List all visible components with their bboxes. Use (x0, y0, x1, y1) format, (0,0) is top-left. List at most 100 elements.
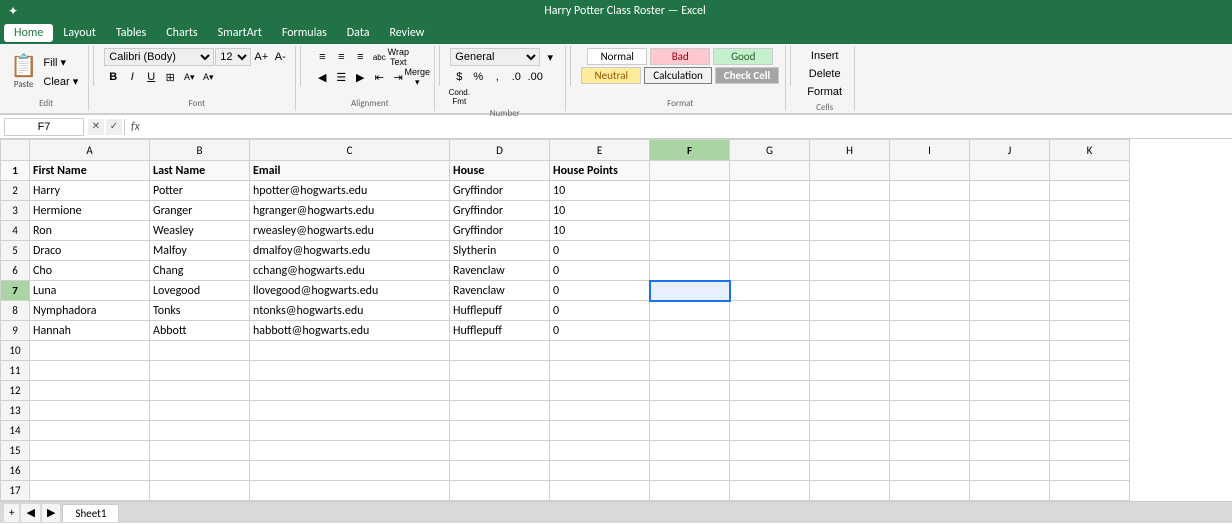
cell-B12[interactable] (150, 381, 250, 401)
cell-H2[interactable] (810, 181, 890, 201)
cell-J2[interactable] (970, 181, 1050, 201)
cell-I12[interactable] (890, 381, 970, 401)
cell-D1[interactable]: House (450, 161, 550, 181)
add-sheet-btn[interactable]: + (4, 504, 19, 522)
cell-A9[interactable]: Hannah (30, 321, 150, 341)
row-header-14[interactable]: 14 (1, 421, 30, 441)
cell-F1[interactable] (650, 161, 730, 181)
comma-btn[interactable]: , (488, 68, 506, 86)
cell-C11[interactable] (250, 361, 450, 381)
cell-H15[interactable] (810, 441, 890, 461)
row-header-5[interactable]: 5 (1, 241, 30, 261)
align-top-left-btn[interactable]: ≡ (313, 48, 331, 66)
row-header-12[interactable]: 12 (1, 381, 30, 401)
cell-D6[interactable]: Ravenclaw (450, 261, 550, 281)
cell-A3[interactable]: Hermione (30, 201, 150, 221)
col-header-b[interactable]: B (150, 140, 250, 161)
cell-I4[interactable] (890, 221, 970, 241)
cell-E15[interactable] (550, 441, 650, 461)
font-size-select[interactable]: 12 (215, 48, 251, 66)
cell-J13[interactable] (970, 401, 1050, 421)
cell-E12[interactable] (550, 381, 650, 401)
cell-F17[interactable] (650, 481, 730, 501)
cell-G8[interactable] (730, 301, 810, 321)
cell-G15[interactable] (730, 441, 810, 461)
sheet-tab-sheet1[interactable]: Sheet1 (62, 504, 119, 522)
cell-B7[interactable]: Lovegood (150, 281, 250, 301)
scroll-left-btn[interactable]: ◀ (21, 504, 39, 522)
cell-F8[interactable] (650, 301, 730, 321)
cell-C6[interactable]: cchang@hogwarts.edu (250, 261, 450, 281)
cell-A16[interactable] (30, 461, 150, 481)
cell-H16[interactable] (810, 461, 890, 481)
cell-I13[interactable] (890, 401, 970, 421)
cell-reference-box[interactable] (4, 118, 84, 136)
cell-I2[interactable] (890, 181, 970, 201)
cell-C15[interactable] (250, 441, 450, 461)
cell-I17[interactable] (890, 481, 970, 501)
cell-E13[interactable] (550, 401, 650, 421)
cell-K8[interactable] (1050, 301, 1130, 321)
cell-K12[interactable] (1050, 381, 1130, 401)
indent-left-btn[interactable]: ⇤ (370, 68, 388, 86)
row-header-13[interactable]: 13 (1, 401, 30, 421)
cell-F6[interactable] (650, 261, 730, 281)
cell-B16[interactable] (150, 461, 250, 481)
cell-F11[interactable] (650, 361, 730, 381)
cell-A4[interactable]: Ron (30, 221, 150, 241)
cell-B1[interactable]: Last Name (150, 161, 250, 181)
cell-F15[interactable] (650, 441, 730, 461)
row-header-16[interactable]: 16 (1, 461, 30, 481)
cell-H1[interactable] (810, 161, 890, 181)
cell-G17[interactable] (730, 481, 810, 501)
decrease-decimal-btn[interactable]: .0 (507, 68, 525, 86)
cell-D7[interactable]: Ravenclaw (450, 281, 550, 301)
cell-I6[interactable] (890, 261, 970, 281)
cell-B4[interactable]: Weasley (150, 221, 250, 241)
cell-E1[interactable]: House Points (550, 161, 650, 181)
cell-H11[interactable] (810, 361, 890, 381)
cell-G16[interactable] (730, 461, 810, 481)
row-header-15[interactable]: 15 (1, 441, 30, 461)
clear-button[interactable]: Clear ▾ (39, 73, 82, 90)
percent-btn[interactable]: % (469, 68, 487, 86)
underline-button[interactable]: U (142, 68, 160, 86)
style-good-btn[interactable]: Good (713, 48, 773, 65)
cell-D14[interactable] (450, 421, 550, 441)
cell-H17[interactable] (810, 481, 890, 501)
col-header-k[interactable]: K (1050, 140, 1130, 161)
cell-G10[interactable] (730, 341, 810, 361)
conditional-formatting-btn[interactable]: Cond. Fmt (450, 88, 468, 106)
wrap-text-button[interactable]: Wrap Text (389, 48, 407, 66)
cell-G12[interactable] (730, 381, 810, 401)
menu-item-charts[interactable]: Charts (156, 24, 207, 42)
style-calculation-btn[interactable]: Calculation (644, 67, 712, 84)
cell-B5[interactable]: Malfoy (150, 241, 250, 261)
cell-C4[interactable]: rweasley@hogwarts.edu (250, 221, 450, 241)
cell-G6[interactable] (730, 261, 810, 281)
cell-J1[interactable] (970, 161, 1050, 181)
col-header-c[interactable]: C (250, 140, 450, 161)
cell-I15[interactable] (890, 441, 970, 461)
border-button[interactable]: ⊞ (161, 68, 179, 86)
cell-C10[interactable] (250, 341, 450, 361)
menu-item-layout[interactable]: Layout (53, 24, 106, 42)
cell-K17[interactable] (1050, 481, 1130, 501)
cell-F13[interactable] (650, 401, 730, 421)
cell-K9[interactable] (1050, 321, 1130, 341)
cell-J11[interactable] (970, 361, 1050, 381)
cell-B8[interactable]: Tonks (150, 301, 250, 321)
cell-D13[interactable] (450, 401, 550, 421)
cell-K15[interactable] (1050, 441, 1130, 461)
format-btn[interactable]: Format (803, 84, 846, 100)
cell-K16[interactable] (1050, 461, 1130, 481)
cell-G3[interactable] (730, 201, 810, 221)
formula-input[interactable] (148, 120, 1228, 134)
cell-B2[interactable]: Potter (150, 181, 250, 201)
cell-E14[interactable] (550, 421, 650, 441)
cell-D15[interactable] (450, 441, 550, 461)
cell-H10[interactable] (810, 341, 890, 361)
cell-J7[interactable] (970, 281, 1050, 301)
cell-J9[interactable] (970, 321, 1050, 341)
row-header-4[interactable]: 4 (1, 221, 30, 241)
